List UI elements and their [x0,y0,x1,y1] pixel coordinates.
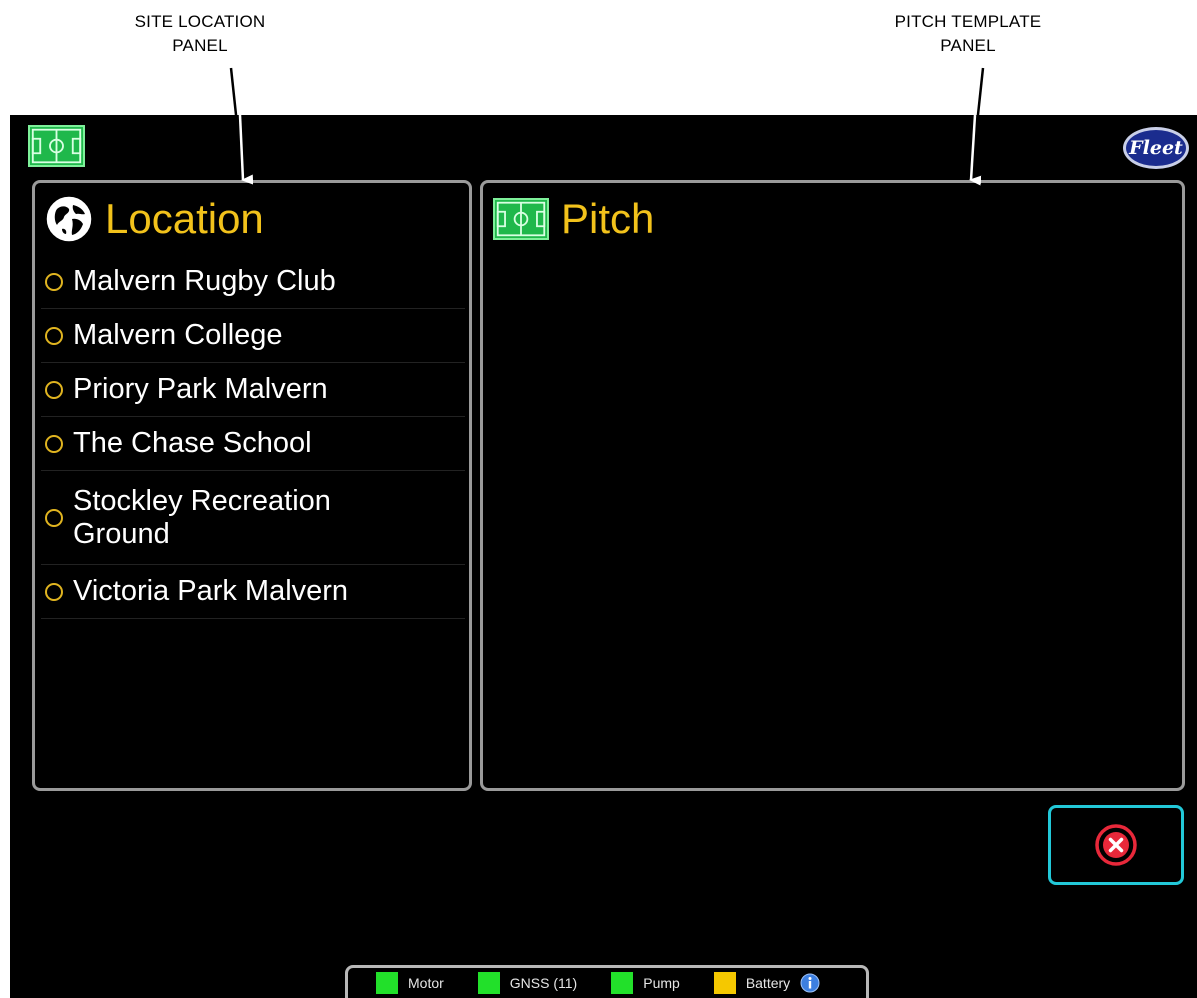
location-list: Malvern Rugby Club Malvern College Prior… [41,255,465,619]
status-label: GNSS (11) [509,975,578,991]
pitch-icon [493,198,549,240]
pitch-template-annotation: PITCH TEMPLATE PANEL [838,10,1098,58]
radio-icon [45,434,63,453]
status-pump: Pump [611,972,680,994]
status-light [477,972,500,994]
location-item[interactable]: Priory Park Malvern [41,363,465,417]
status-label: Pump [643,975,680,991]
location-title: Location [105,195,264,242]
radio-icon [45,380,63,399]
pitch-icon[interactable] [28,125,85,167]
device-screen: Fleet Location Malvern Rugby Club Malver… [10,115,1197,998]
location-item[interactable]: Malvern College [41,309,465,363]
radio-icon [45,582,63,601]
close-button[interactable] [1048,805,1184,885]
location-label: Stockley Recreation Ground [73,484,331,550]
status-light [611,972,634,994]
location-item[interactable]: Stockley Recreation Ground [41,471,465,565]
location-header: Location [45,195,264,243]
fleet-logo: Fleet [1123,127,1189,169]
annotation-line: PANEL [940,36,996,55]
location-item[interactable]: The Chase School [41,417,465,471]
location-item[interactable]: Malvern Rugby Club [41,255,465,309]
status-label: Motor [408,975,444,991]
status-battery: Battery [713,972,820,994]
pitch-header: Pitch [493,195,654,243]
radio-icon [45,508,63,527]
close-circle-icon [1095,824,1137,866]
status-motor: Motor [376,972,444,994]
annotation-line: PITCH TEMPLATE [894,12,1042,31]
location-label: The Chase School [73,427,312,459]
location-label: Victoria Park Malvern [73,575,349,607]
status-label: Battery [745,975,791,991]
location-label: Malvern Rugby Club [73,265,336,297]
pitch-panel: Pitch [480,180,1185,791]
radio-icon [45,326,63,345]
status-light [376,972,398,994]
location-label: Priory Park Malvern [73,373,328,405]
info-icon[interactable] [800,973,820,993]
globe-icon [46,196,92,242]
location-label: Malvern College [73,319,283,351]
status-bar: Motor GNSS (11) Pump Battery [345,965,869,998]
radio-icon [45,272,63,291]
status-light [713,972,736,994]
status-gnss: GNSS (11) [477,972,578,994]
pitch-title: Pitch [561,195,655,242]
annotation-line: SITE LOCATION [134,12,266,31]
location-item[interactable]: Victoria Park Malvern [41,565,465,619]
location-panel: Location Malvern Rugby Club Malvern Coll… [32,180,472,791]
site-location-annotation: SITE LOCATION PANEL [100,10,300,58]
annotation-line: PANEL [172,36,228,55]
